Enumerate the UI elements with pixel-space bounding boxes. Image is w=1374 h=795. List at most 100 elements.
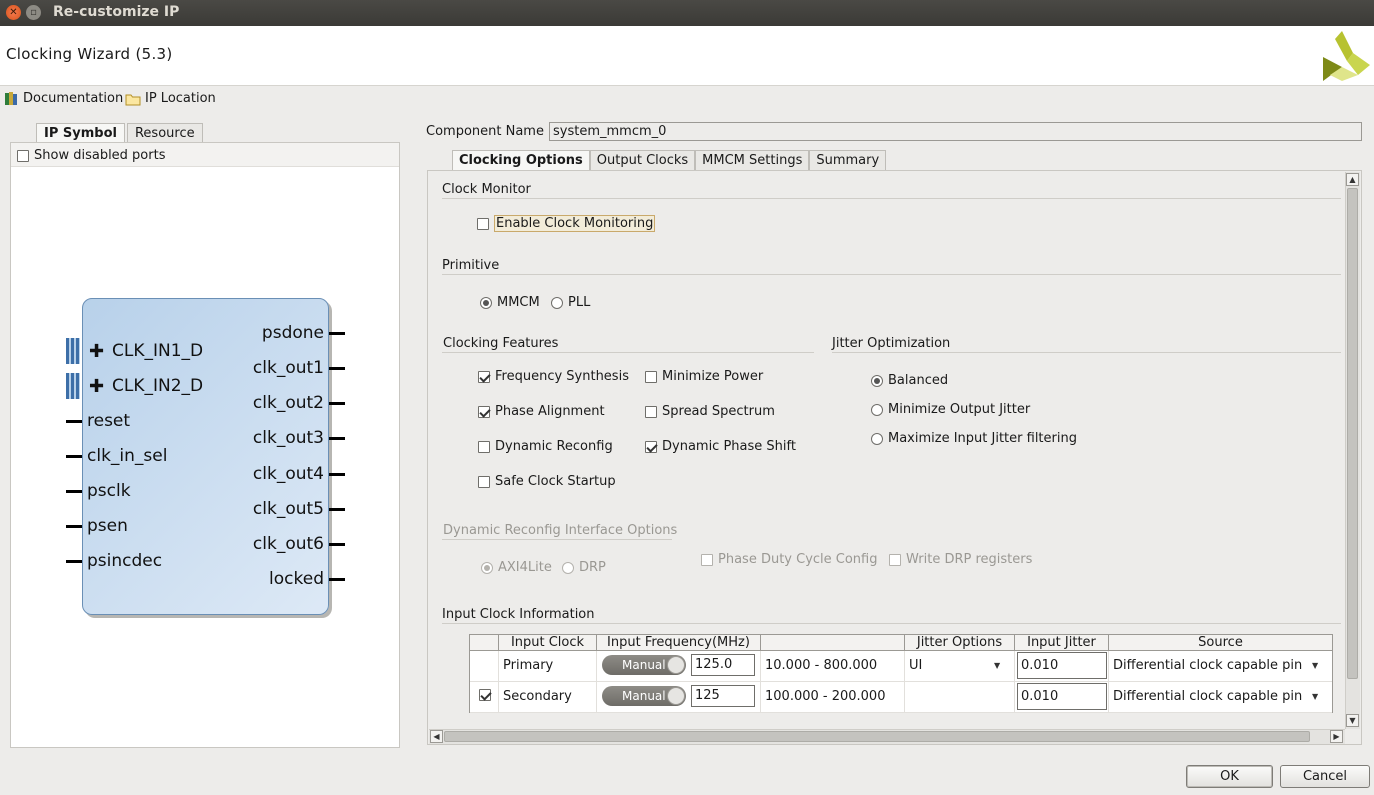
minimize-power-checkbox[interactable] [645, 370, 657, 383]
clk-in1-bus-pin [66, 338, 80, 364]
jitter-optimization-title: Jitter Optimization [832, 336, 951, 351]
drp-drp-label: DRP [579, 560, 606, 575]
pin-line [329, 437, 345, 440]
jitter-min-output-radio[interactable] [871, 403, 883, 416]
primitive-mmcm-radio[interactable] [480, 296, 492, 309]
frequency-synthesis-option[interactable]: Frequency Synthesis [478, 369, 629, 384]
dynamic-reconfig-checkbox[interactable] [478, 440, 490, 453]
show-disabled-ports-option[interactable]: Show disabled ports [17, 148, 165, 163]
config-tab-bar: Clocking Options Output Clocks MMCM Sett… [452, 150, 887, 170]
jitter-balanced-radio[interactable] [871, 374, 883, 387]
clocking-features-title: Clocking Features [443, 336, 559, 351]
dynamic-phase-shift-option[interactable]: Dynamic Phase Shift [645, 439, 796, 454]
port-clk-out1: clk_out1 [252, 358, 324, 378]
pin-line [329, 332, 345, 335]
jitter-min-output-label: Minimize Output Jitter [888, 402, 1031, 417]
primitive-pll-option[interactable]: PLL [551, 295, 590, 310]
scroll-up-arrow-icon[interactable]: ▲ [1346, 173, 1359, 186]
cancel-button[interactable]: Cancel [1280, 765, 1370, 788]
jitter-balanced-option[interactable]: Balanced [871, 373, 948, 388]
jitter-min-output-option[interactable]: Minimize Output Jitter [871, 402, 1030, 417]
port-clk-out2: clk_out2 [252, 393, 324, 413]
tab-mmcm-settings[interactable]: MMCM Settings [695, 150, 810, 170]
jitter-balanced-label: Balanced [888, 373, 949, 388]
port-psdone: psdone [261, 323, 324, 343]
section-divider [442, 274, 1341, 275]
enable-clock-monitoring-option[interactable]: Enable Clock Monitoring [477, 215, 656, 232]
table-row-jitter-option[interactable] [905, 682, 1015, 713]
primitive-pll-radio[interactable] [551, 296, 563, 309]
minimize-power-option[interactable]: Minimize Power [645, 369, 763, 384]
window-close-button[interactable]: ✕ [6, 5, 21, 20]
safe-clock-startup-option[interactable]: Safe Clock Startup [478, 474, 616, 489]
pin-line [66, 455, 82, 458]
tab-output-clocks[interactable]: Output Clocks [589, 150, 696, 170]
scroll-right-arrow-icon[interactable]: ▶ [1330, 730, 1343, 743]
jitter-max-input-label: Maximize Input Jitter filtering [888, 431, 1077, 446]
frequency-synthesis-checkbox[interactable] [478, 370, 490, 383]
jitter-max-input-radio[interactable] [871, 432, 883, 445]
component-name-field[interactable]: system_mmcm_0 [549, 122, 1362, 141]
source-dropdown-icon[interactable]: ▼ [1312, 661, 1318, 670]
vertical-scroll-thumb[interactable] [1347, 188, 1358, 679]
documentation-link[interactable]: Documentation [4, 91, 123, 106]
clk-in2-bus-pin [66, 373, 80, 399]
column-header: Jitter Options [905, 635, 1015, 651]
port-clk-out6: clk_out6 [252, 534, 324, 554]
dynamic-reconfig-label: Dynamic Reconfig [495, 439, 613, 454]
section-divider [832, 352, 1341, 353]
drp-axi4lite-radio [481, 561, 493, 574]
safe-clock-startup-checkbox[interactable] [478, 475, 490, 488]
table-row-name: Secondary [499, 682, 597, 713]
pin-line [66, 560, 82, 563]
dynamic-reconfig-option[interactable]: Dynamic Reconfig [478, 439, 613, 454]
expand-plus-icon[interactable]: ✚ [89, 341, 104, 362]
primary-frequency-input[interactable]: 125.0 [691, 654, 755, 676]
pin-line [66, 490, 82, 493]
port-clk-in1-d: CLK_IN1_D [112, 341, 204, 361]
drp-axi4lite-option: AXI4Lite [481, 560, 552, 575]
scroll-down-arrow-icon[interactable]: ▼ [1346, 714, 1359, 727]
secondary-enable-checkbox[interactable] [479, 689, 491, 701]
source-dropdown-icon[interactable]: ▼ [1312, 692, 1318, 701]
column-header [761, 635, 905, 651]
secondary-input-jitter-field[interactable]: 0.010 [1017, 683, 1107, 710]
primary-input-jitter-field[interactable]: 0.010 [1017, 652, 1107, 679]
tab-resource[interactable]: Resource [126, 123, 203, 143]
phase-alignment-checkbox[interactable] [478, 405, 490, 418]
spread-spectrum-option[interactable]: Spread Spectrum [645, 404, 775, 419]
table-row-name: Primary [499, 651, 597, 682]
secondary-manual-toggle[interactable]: Manual [602, 686, 686, 706]
table-row-source[interactable]: Differential clock capable pin [1109, 651, 1332, 682]
table-row-range: 100.000 - 200.000 [761, 682, 905, 713]
primitive-pll-label: PLL [568, 295, 591, 310]
jitter-max-input-option[interactable]: Maximize Input Jitter filtering [871, 431, 1077, 446]
phase-alignment-option[interactable]: Phase Alignment [478, 404, 605, 419]
ip-location-link[interactable]: IP Location [125, 91, 216, 106]
tab-ip-symbol[interactable]: IP Symbol [36, 123, 125, 143]
window-maximize-button[interactable]: ▫ [26, 5, 41, 20]
ip-location-label: IP Location [145, 91, 216, 106]
tab-clocking-options[interactable]: Clocking Options [452, 150, 590, 170]
jitter-options-dropdown-icon[interactable]: ▼ [994, 661, 1000, 670]
enable-clock-monitoring-checkbox[interactable] [477, 217, 489, 230]
primary-manual-toggle[interactable]: Manual [602, 655, 686, 675]
ok-button[interactable]: OK [1186, 765, 1273, 788]
tab-summary[interactable]: Summary [809, 150, 887, 170]
table-row-source[interactable]: Differential clock capable pin [1109, 682, 1332, 713]
expand-plus-icon[interactable]: ✚ [89, 376, 104, 397]
section-divider [442, 539, 672, 540]
dynamic-phase-shift-checkbox[interactable] [645, 440, 657, 453]
xilinx-logo-icon [1323, 31, 1370, 81]
scroll-left-arrow-icon[interactable]: ◀ [430, 730, 443, 743]
phase-alignment-label: Phase Alignment [495, 404, 605, 419]
primitive-mmcm-option[interactable]: MMCM [480, 295, 540, 310]
spread-spectrum-checkbox[interactable] [645, 405, 657, 418]
port-locked: locked [269, 569, 324, 589]
secondary-frequency-input[interactable]: 125 [691, 685, 755, 707]
horizontal-scroll-thumb[interactable] [444, 731, 1310, 742]
books-icon [5, 92, 17, 105]
section-divider [442, 623, 1341, 624]
show-disabled-ports-checkbox[interactable] [17, 149, 29, 162]
write-drp-checkbox [889, 553, 901, 566]
